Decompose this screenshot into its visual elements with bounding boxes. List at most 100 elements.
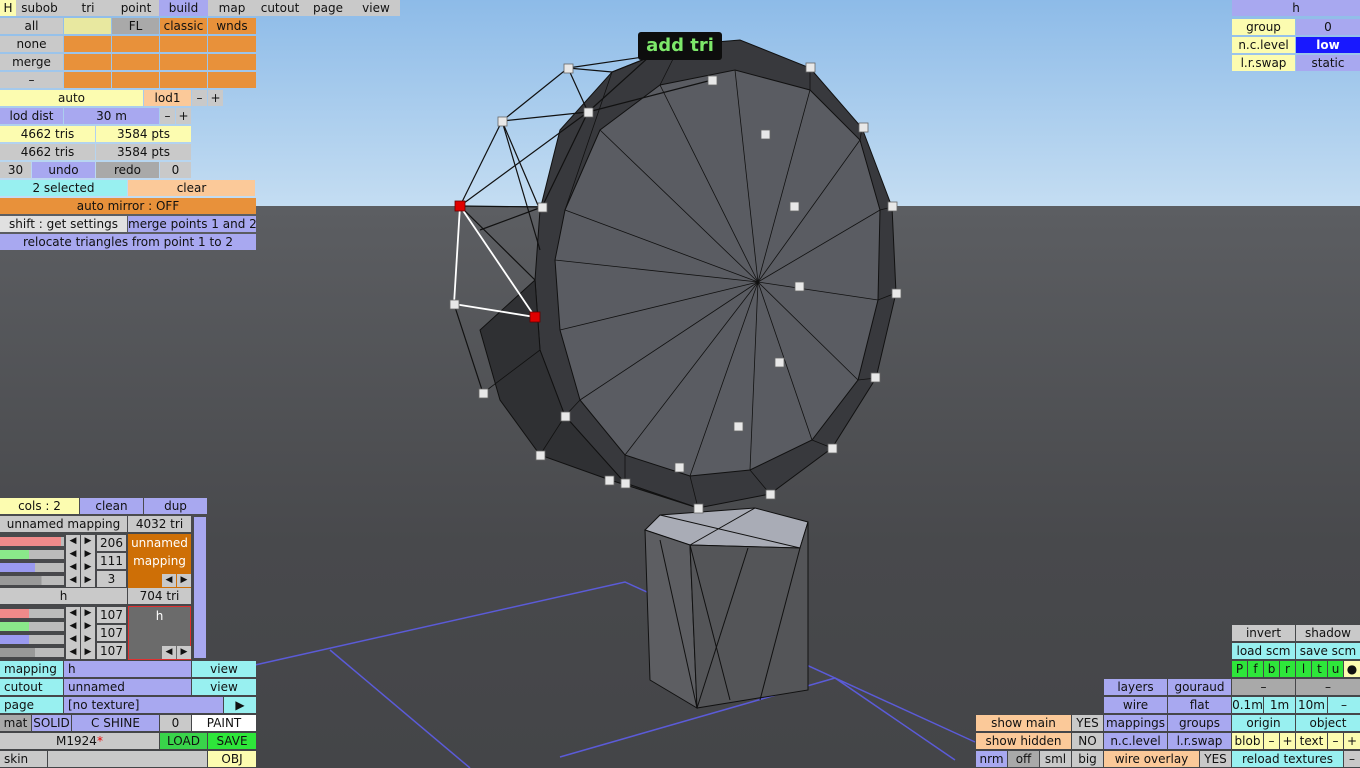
reload-textures-button[interactable]: reload textures	[1232, 751, 1343, 767]
obj-button[interactable]: OBJ	[208, 751, 256, 767]
cshine-button[interactable]: C SHINE	[72, 715, 159, 731]
mapping-name[interactable]: unnamed mapping	[0, 516, 127, 532]
save-scm-button[interactable]: save scm	[1296, 643, 1360, 659]
solid-button[interactable]: SOLID	[32, 715, 71, 731]
left-arrow-icon[interactable]: ◀	[66, 535, 80, 548]
left-arrow-icon[interactable]: ◀	[66, 646, 80, 659]
right-arrow-icon[interactable]: ▶	[81, 574, 95, 587]
left-arrow-icon[interactable]: ◀	[162, 646, 176, 659]
mapping-sliders[interactable]	[0, 607, 64, 660]
lod-plus-button[interactable]: +	[208, 90, 223, 106]
material-name[interactable]: M1924*	[0, 733, 159, 749]
classic-button[interactable]: classic	[160, 18, 207, 34]
mat-zero[interactable]: 0	[160, 715, 191, 731]
grid-cell[interactable]	[208, 72, 256, 88]
slider-alpha[interactable]	[0, 576, 64, 585]
blob-plus[interactable]: +	[1280, 733, 1295, 749]
color-value-b[interactable]: 107	[97, 643, 126, 659]
group-value[interactable]: 0	[1296, 19, 1360, 35]
save-material-button[interactable]: SAVE	[208, 733, 256, 749]
grid-cell[interactable]	[64, 72, 111, 88]
right-arrow-icon[interactable]: ▶	[81, 535, 95, 548]
slider-blue[interactable]	[0, 563, 64, 572]
lod-dist-value[interactable]: 30 m	[64, 108, 159, 124]
minus-button[interactable]: –	[1296, 679, 1360, 695]
left-arrow-icon[interactable]: ◀	[66, 548, 80, 561]
left-arrow-icon[interactable]: ◀	[66, 620, 80, 633]
grid-cell[interactable]	[160, 54, 207, 70]
slider-red[interactable]	[0, 609, 64, 618]
relocate-triangles-button[interactable]: relocate triangles from point 1 to 2	[0, 234, 256, 250]
tab-h[interactable]: H	[0, 0, 16, 16]
mapping-name[interactable]: h	[0, 588, 127, 604]
view-b-button[interactable]: b	[1264, 661, 1279, 677]
shadow-button[interactable]: shadow	[1296, 625, 1360, 641]
show-hidden-toggle[interactable]: NO	[1072, 733, 1103, 749]
grid-cell[interactable]	[64, 36, 111, 52]
origin-button[interactable]: origin	[1232, 715, 1295, 731]
auto-mirror-toggle[interactable]: auto mirror : OFF	[0, 198, 256, 214]
text-plus[interactable]: +	[1344, 733, 1360, 749]
fl-button[interactable]: FL	[112, 18, 159, 34]
grid-10m-button[interactable]: 10m	[1296, 697, 1327, 713]
paint-button[interactable]: PAINT	[192, 715, 256, 731]
tab-build[interactable]: build	[159, 0, 208, 16]
minus-button[interactable]: –	[1232, 679, 1295, 695]
left-arrow-icon[interactable]: ◀	[162, 574, 176, 587]
dot-icon[interactable]: ●	[1344, 661, 1360, 677]
skin-field[interactable]	[48, 751, 207, 767]
right-arrow-icon[interactable]: ▶	[177, 646, 191, 659]
wire-overlay-toggle[interactable]: YES	[1200, 751, 1231, 767]
mapping-view-button[interactable]: view	[192, 661, 256, 677]
right-arrow-icon[interactable]: ▶	[81, 633, 95, 646]
tab-subob[interactable]: subob	[16, 0, 63, 16]
view-l-button[interactable]: l	[1296, 661, 1311, 677]
grid-cell[interactable]	[112, 54, 159, 70]
right-arrow-icon[interactable]: ▶	[81, 607, 95, 620]
grid-1m-button[interactable]: 1m	[1264, 697, 1295, 713]
sml-button[interactable]: sml	[1040, 751, 1071, 767]
invert-button[interactable]: invert	[1232, 625, 1295, 641]
tab-tri[interactable]: tri	[63, 0, 113, 16]
nclevel-button[interactable]: n.c.level	[1104, 733, 1167, 749]
page-field[interactable]: [no texture]	[64, 697, 223, 713]
shift-get-settings[interactable]: shift : get settings	[0, 216, 127, 232]
wnds-button[interactable]: wnds	[208, 18, 256, 34]
load-scm-button[interactable]: load scm	[1232, 643, 1295, 659]
clear-selection-button[interactable]: clear	[128, 180, 255, 196]
right-arrow-icon[interactable]: ▶	[177, 574, 191, 587]
right-arrow-icon[interactable]: ▶	[81, 620, 95, 633]
nclevel-value[interactable]: low	[1296, 37, 1360, 53]
tab-view[interactable]: view	[352, 0, 400, 16]
merge-points-button[interactable]: merge points 1 and 2	[128, 216, 256, 232]
wire-button[interactable]: wire	[1104, 697, 1167, 713]
slider-green[interactable]	[0, 550, 64, 559]
groups-button[interactable]: groups	[1168, 715, 1231, 731]
minus-button[interactable]: –	[0, 72, 63, 88]
object-name[interactable]: h	[1232, 0, 1360, 16]
page-play-button[interactable]: ▶	[224, 697, 256, 713]
grid-cell[interactable]	[160, 72, 207, 88]
right-arrow-icon[interactable]: ▶	[81, 561, 95, 574]
tab-point[interactable]: point	[113, 0, 159, 16]
view-f-button[interactable]: f	[1248, 661, 1263, 677]
cutout-field[interactable]: unnamed	[64, 679, 191, 695]
mappings-button[interactable]: mappings	[1104, 715, 1167, 731]
show-main-toggle[interactable]: YES	[1072, 715, 1103, 731]
right-arrow-icon[interactable]: ▶	[81, 548, 95, 561]
cutout-view-button[interactable]: view	[192, 679, 256, 695]
object-button[interactable]: object	[1296, 715, 1360, 731]
select-none-button[interactable]: none	[0, 36, 63, 52]
lod-dist-plus[interactable]: +	[176, 108, 191, 124]
left-arrow-icon[interactable]: ◀	[66, 607, 80, 620]
gouraud-button[interactable]: gouraud	[1168, 679, 1231, 695]
blob-minus[interactable]: –	[1264, 733, 1279, 749]
clean-button[interactable]: clean	[80, 498, 143, 514]
grid-cell[interactable]	[112, 72, 159, 88]
merge-button[interactable]: merge	[0, 54, 63, 70]
big-button[interactable]: big	[1072, 751, 1103, 767]
left-arrow-icon[interactable]: ◀	[66, 561, 80, 574]
lod1-button[interactable]: lod1	[144, 90, 191, 106]
grid-cell[interactable]	[64, 54, 111, 70]
lod-auto-button[interactable]: auto	[0, 90, 143, 106]
